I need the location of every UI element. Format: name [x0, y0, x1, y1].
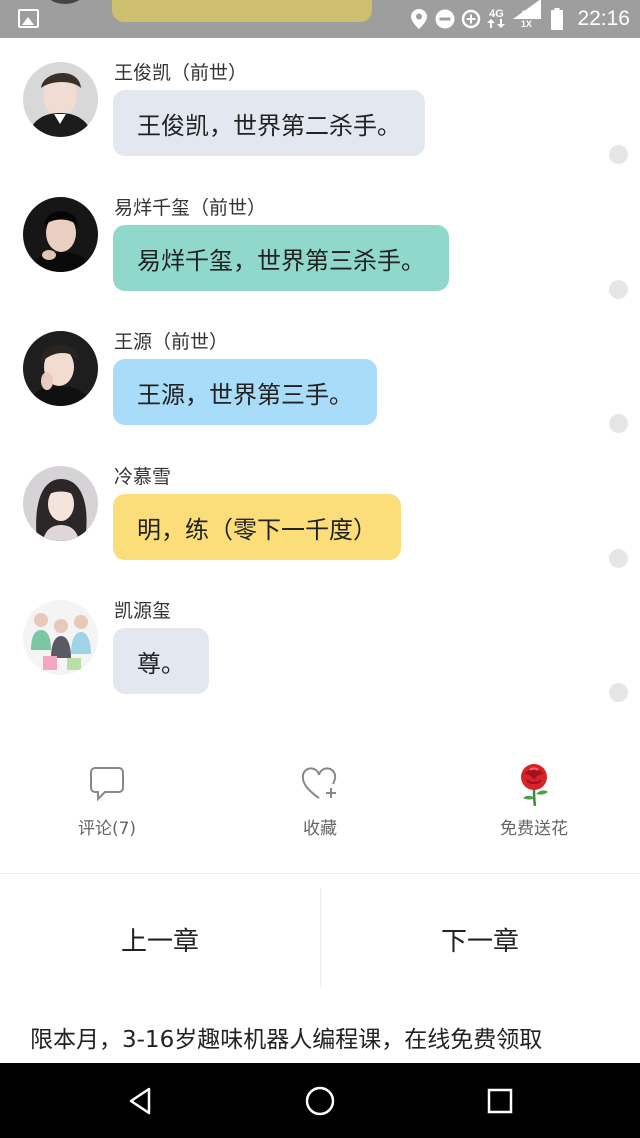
data-saver-icon: [461, 9, 481, 29]
avatar[interactable]: [23, 62, 98, 137]
sender-name: 凯源玺: [114, 600, 172, 622]
favorite-label: 收藏: [303, 819, 337, 839]
message-indicator-dot[interactable]: [609, 145, 628, 164]
network-type-2: 4G 1X: [511, 0, 542, 29]
ad-banner-text[interactable]: 限本月，3-16岁趣味机器人编程课，在线免费领取: [30, 1020, 542, 1054]
comment-icon: [90, 767, 124, 802]
message-bubble[interactable]: 王源，世界第三手。: [113, 359, 377, 425]
message-text: 易烊千玺，世界第三杀手。: [137, 246, 425, 275]
previous-message-bubble: [112, 0, 372, 22]
avatar[interactable]: [23, 600, 98, 675]
sender-name: 王俊凯（前世）: [114, 62, 248, 84]
chat-message: 王俊凯（前世） 王俊凯，世界第二杀手。: [0, 62, 640, 182]
recents-icon[interactable]: [480, 1081, 520, 1121]
message-bubble[interactable]: 王俊凯，世界第二杀手。: [113, 90, 425, 156]
location-icon: [409, 9, 429, 29]
avatar[interactable]: [23, 466, 98, 541]
avatar[interactable]: [23, 331, 98, 406]
battery-icon: [547, 8, 567, 30]
previous-chapter-label: 上一章: [120, 926, 199, 957]
comment-button[interactable]: 评论(7): [27, 762, 187, 839]
sender-name: 易烊千玺（前世）: [114, 197, 267, 219]
message-text: 王源，世界第三手。: [137, 380, 353, 409]
chat-message: 易烊千玺（前世） 易烊千玺，世界第三杀手。: [0, 197, 640, 317]
next-chapter-button[interactable]: 下一章: [320, 874, 640, 1004]
status-bar: 4G 4G 1X 22:16: [0, 0, 640, 38]
favorite-button[interactable]: 收藏: [240, 762, 400, 839]
sender-name: 冷慕雪: [114, 466, 172, 488]
previous-chapter-button[interactable]: 上一章: [0, 874, 320, 1004]
network-type-1: 4G: [487, 8, 506, 30]
rose-icon: [521, 764, 548, 806]
chat-message: 冷慕雪 明，练（零下一千度）: [0, 466, 640, 586]
previous-message-avatar: [40, 0, 90, 4]
message-bubble[interactable]: 易烊千玺，世界第三杀手。: [113, 225, 449, 291]
message-text: 尊。: [137, 649, 185, 678]
avatar[interactable]: [23, 197, 98, 272]
message-indicator-dot[interactable]: [609, 683, 628, 702]
clock: 22:16: [577, 7, 630, 30]
message-indicator-dot[interactable]: [609, 280, 628, 299]
do-not-disturb-icon: [435, 9, 455, 29]
message-indicator-dot[interactable]: [609, 549, 628, 568]
message-indicator-dot[interactable]: [609, 414, 628, 433]
message-bubble[interactable]: 尊。: [113, 628, 209, 694]
comment-label: 评论(7): [77, 819, 137, 839]
chat-message: 王源（前世） 王源，世界第三手。: [0, 331, 640, 451]
system-nav-bar: [0, 1063, 640, 1138]
gallery-icon: [18, 9, 39, 28]
action-bar: 评论(7) 收藏 免费送花: [0, 762, 640, 852]
send-flower-button[interactable]: 免费送花: [454, 762, 614, 839]
network-2-top-label: 4G: [520, 9, 533, 19]
message-text: 王俊凯，世界第二杀手。: [137, 111, 401, 140]
chat-message: 凯源玺 尊。: [0, 600, 640, 720]
next-chapter-label: 下一章: [440, 926, 519, 957]
flower-label: 免费送花: [500, 819, 568, 839]
heart-add-icon: [301, 767, 337, 799]
message-text: 明，练（零下一千度）: [137, 515, 377, 544]
back-icon[interactable]: [120, 1081, 160, 1121]
message-bubble[interactable]: 明，练（零下一千度）: [113, 494, 401, 560]
home-icon[interactable]: [300, 1081, 340, 1121]
sender-name: 王源（前世）: [114, 331, 229, 353]
network-2-bottom-label: 1X: [520, 19, 532, 29]
chapter-navigation: 上一章 下一章: [0, 874, 640, 1004]
